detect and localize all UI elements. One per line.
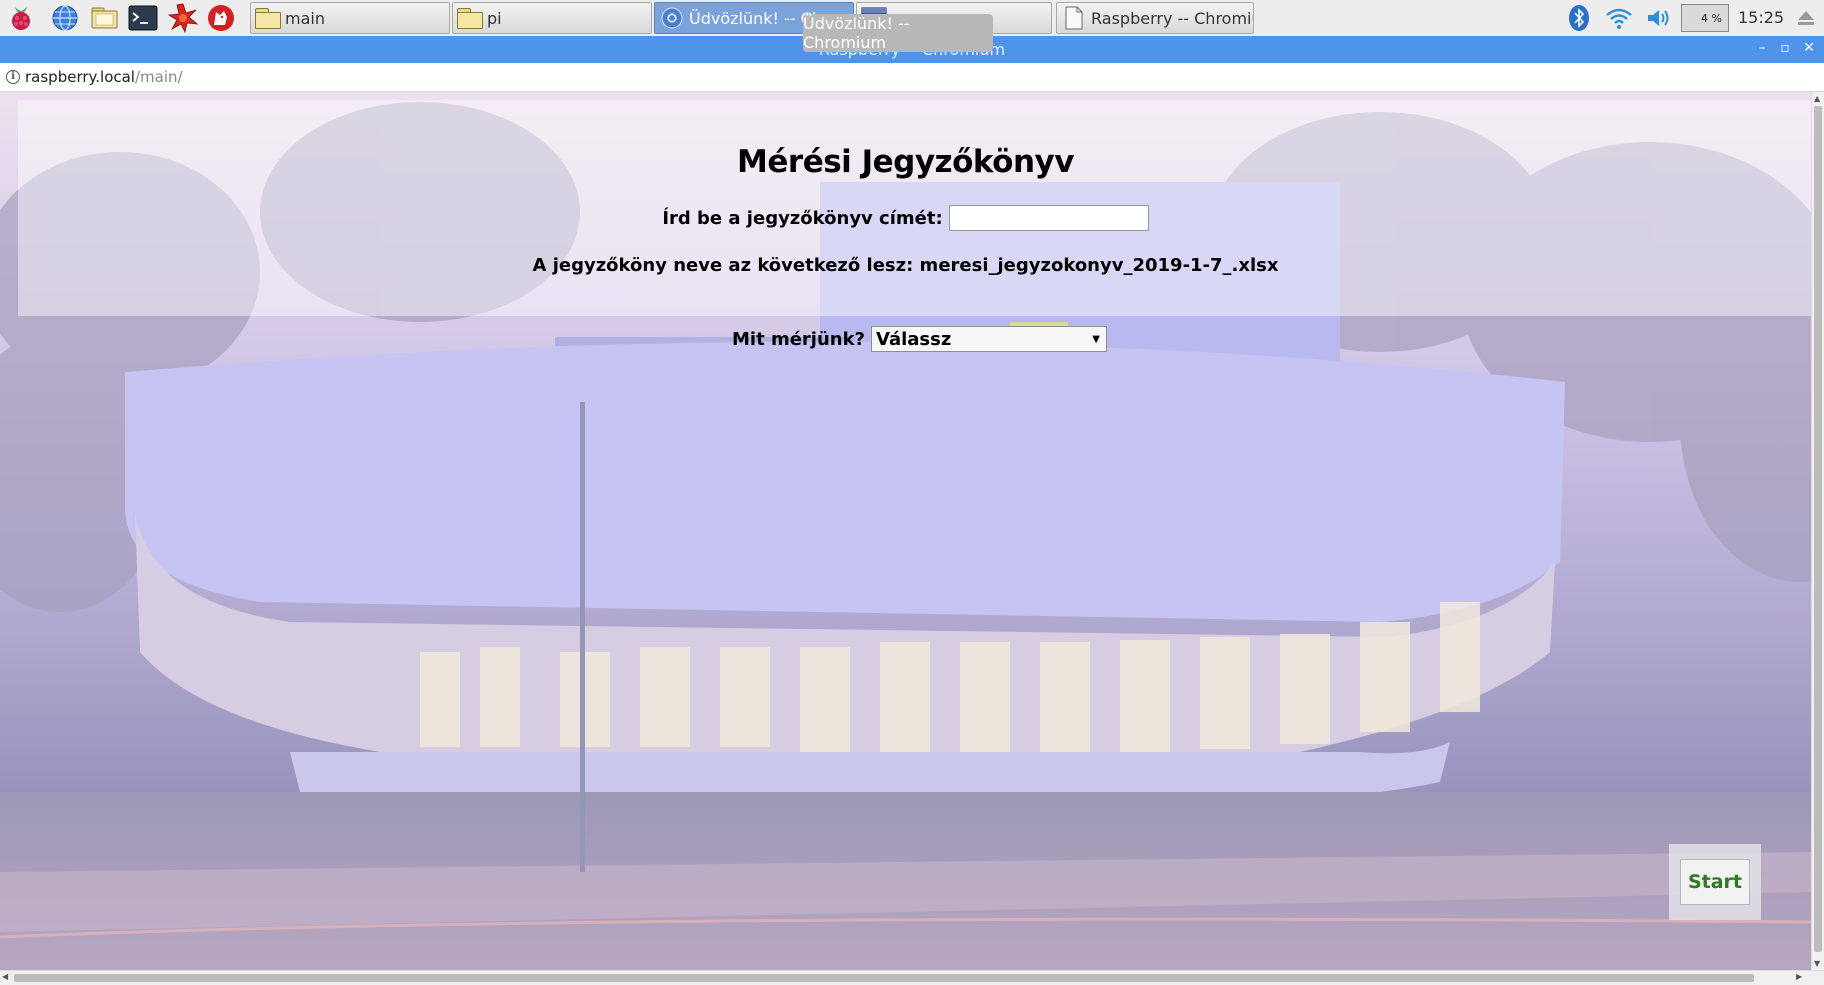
vertical-scroll-thumb[interactable] [1814, 106, 1822, 952]
minimize-button[interactable]: – [1753, 40, 1771, 56]
url-path: /main/ [134, 68, 183, 86]
restore-button[interactable]: ▫ [1776, 40, 1794, 56]
task-label: Raspberry -- Chromiu... [1091, 8, 1253, 28]
horizontal-scrollbar[interactable]: ◀ ▶ [0, 970, 1824, 985]
measure-select-row: Mit mérjünk? Válassz ▼ [0, 326, 1811, 352]
measure-select[interactable]: Válassz ▼ [871, 326, 1107, 352]
scroll-down-icon[interactable]: ▼ [1814, 959, 1820, 968]
scroll-up-icon[interactable]: ▲ [1814, 94, 1820, 103]
terminal-icon[interactable] [128, 3, 158, 33]
measure-selected-value: Válassz [876, 328, 952, 350]
document-icon [1059, 5, 1089, 31]
raspberry-menu-icon[interactable] [6, 3, 36, 33]
bluetooth-icon[interactable] [1566, 4, 1592, 32]
url-text[interactable]: raspberry.local/main/ [25, 68, 183, 86]
task-button-main[interactable]: main [250, 2, 450, 34]
task-label: pi [487, 8, 502, 28]
task-label: main [285, 8, 325, 28]
task-button-chromium-raspberry[interactable]: Raspberry -- Chromiu... [1056, 2, 1254, 34]
page-title: Mérési Jegyzőkönyv [737, 144, 1074, 180]
close-button[interactable]: ✕ [1800, 40, 1818, 56]
cpu-monitor: 4 % [1681, 4, 1729, 32]
eject-icon[interactable] [1794, 4, 1818, 32]
site-info-icon[interactable]: i [6, 70, 20, 84]
title-input-label: Írd be a jegyzőkönyv címét: [662, 207, 943, 229]
start-button-container: Start [1669, 844, 1761, 920]
taskbar-tooltip: Üdvözlünk! -- Chromium [803, 14, 993, 52]
horizontal-scroll-thumb[interactable] [14, 974, 1754, 982]
volume-icon[interactable] [1644, 4, 1674, 32]
web-browser-icon[interactable] [50, 3, 80, 33]
scroll-right-icon[interactable]: ▶ [1796, 972, 1802, 981]
filename-preview: A jegyzőköny neve az következő lesz: mer… [532, 255, 1279, 276]
measure-label: Mit mérjünk? [731, 328, 865, 350]
address-bar[interactable]: i raspberry.local/main/ [0, 63, 1824, 92]
title-input[interactable] [948, 205, 1149, 231]
clock: 15:25 [1738, 8, 1785, 27]
cpu-usage-text: 4 % [1701, 11, 1722, 25]
scroll-left-icon[interactable]: ◀ [2, 972, 8, 981]
wolfram-icon[interactable] [206, 3, 236, 33]
title-input-row: Írd be a jegyzőkönyv címét: [0, 205, 1811, 231]
url-host: raspberry.local [25, 68, 135, 86]
chromium-icon [657, 5, 687, 31]
wifi-icon[interactable] [1604, 4, 1634, 32]
start-button[interactable]: Start [1680, 859, 1750, 905]
math-kernel-icon[interactable] [168, 3, 198, 33]
folder-icon [455, 5, 485, 31]
dropdown-arrow-icon: ▼ [1092, 333, 1100, 345]
page-viewport: Mérési Jegyzőkönyv Írd be a jegyzőkönyv … [0, 92, 1811, 970]
folder-icon [253, 5, 283, 31]
task-button-pi[interactable]: pi [452, 2, 652, 34]
vertical-scrollbar[interactable]: ▲ ▼ [1811, 92, 1824, 970]
file-manager-icon[interactable] [90, 3, 120, 33]
